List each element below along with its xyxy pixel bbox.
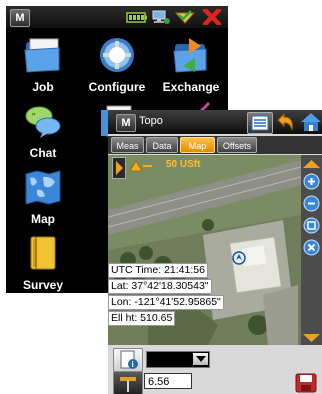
- chevron-down-icon: [303, 334, 320, 342]
- tab-offsets[interactable]: Offsets: [217, 137, 257, 153]
- menu-item-configure[interactable]: Configure: [80, 32, 154, 98]
- expand-panel-button[interactable]: [112, 157, 126, 179]
- menu-label: Configure: [88, 80, 146, 94]
- zoom-cancel-icon: [303, 239, 320, 256]
- utc-time-readout: UTC Time: 21:41:56: [108, 263, 208, 278]
- zoom-out-button[interactable]: [303, 195, 320, 212]
- tab-map[interactable]: Map: [180, 137, 215, 153]
- folder-icon: [24, 38, 60, 73]
- list-button[interactable]: [247, 112, 273, 134]
- back-arrow-icon: [277, 112, 293, 131]
- exchange-folder-icon: [173, 38, 207, 73]
- main-menu-topbar: M: [6, 6, 228, 28]
- list-icon: [251, 115, 269, 131]
- tab-meas[interactable]: Meas: [111, 137, 144, 153]
- antenna-height-input[interactable]: 6.56: [144, 373, 192, 389]
- menu-label: Map: [31, 212, 55, 226]
- bottom-panel: i 6.56: [108, 345, 322, 394]
- menu-item-job[interactable]: Job: [6, 32, 80, 98]
- gps-position-icon: [232, 251, 246, 265]
- svg-text:": ": [32, 112, 36, 123]
- menu-label: Exchange: [162, 80, 220, 94]
- longitude-readout: Lon: -121°41'52.95865": [108, 295, 224, 310]
- app-logo[interactable]: M: [10, 9, 30, 27]
- zoom-in-button[interactable]: [303, 173, 320, 190]
- back-button[interactable]: [274, 112, 296, 132]
- tab-bar: Meas Data Map Offsets: [108, 136, 322, 154]
- menu-label: Chat: [29, 146, 57, 160]
- zoom-in-icon: [303, 173, 320, 190]
- battery-icon[interactable]: [126, 9, 148, 25]
- home-icon: [301, 113, 321, 131]
- chevron-right-icon: [116, 161, 123, 175]
- tab-data[interactable]: Data: [146, 137, 178, 153]
- world-map-icon: [25, 170, 61, 205]
- save-icon: [295, 373, 317, 393]
- map-scale-label: 50 USft: [166, 159, 201, 170]
- antenna-icon: [120, 377, 136, 392]
- code-dropdown-value: [147, 357, 150, 368]
- home-button[interactable]: [299, 112, 322, 132]
- topo-window: M Topo Meas Data Map Offsets 50 USft UTC…: [108, 110, 322, 394]
- notebook-icon: [30, 236, 56, 270]
- chevron-down-icon[interactable]: [193, 353, 208, 365]
- chat-bubbles-icon: ": [25, 106, 61, 138]
- app-logo[interactable]: M: [116, 114, 136, 132]
- map-scale-bar: [128, 159, 152, 173]
- code-info-button[interactable]: i: [113, 348, 143, 372]
- menu-label: Job: [32, 80, 54, 94]
- menu-item-exchange[interactable]: Exchange: [154, 32, 228, 98]
- pan-down-button[interactable]: [301, 331, 322, 343]
- menu-item-map[interactable]: Map: [6, 164, 80, 230]
- window-title: Topo: [139, 115, 163, 127]
- svg-text:i: i: [132, 360, 134, 369]
- latitude-readout: Lat: 37°42'18.30543": [108, 279, 212, 294]
- save-button[interactable]: [294, 373, 318, 393]
- pan-up-button[interactable]: [301, 157, 322, 169]
- menu-label: Survey: [22, 278, 64, 292]
- zoom-extent-button[interactable]: [303, 217, 320, 234]
- menu-item-chat[interactable]: " Chat: [6, 98, 80, 164]
- chevron-up-icon: [303, 160, 320, 168]
- info-document-icon: i: [120, 350, 138, 369]
- antenna-height-button[interactable]: [113, 371, 143, 394]
- zoom-out-icon: [303, 195, 320, 212]
- map-zoom-toolbar: [301, 155, 322, 345]
- gear-globe-icon: [100, 38, 134, 72]
- menu-item-survey[interactable]: Survey: [6, 230, 80, 293]
- network-icon[interactable]: [151, 9, 171, 25]
- aerial-map[interactable]: 50 USft UTC Time: 21:41:56 Lat: 37°42'18…: [108, 155, 301, 345]
- zoom-extent-icon: [303, 217, 320, 234]
- zoom-cancel-button[interactable]: [303, 239, 320, 256]
- ellipsoid-height-readout: Ell ht: 510.65: [108, 311, 176, 326]
- checkmark-icon[interactable]: [174, 9, 196, 25]
- code-dropdown[interactable]: [146, 351, 210, 368]
- topo-titlebar: M Topo: [108, 110, 322, 134]
- close-icon[interactable]: [202, 9, 222, 25]
